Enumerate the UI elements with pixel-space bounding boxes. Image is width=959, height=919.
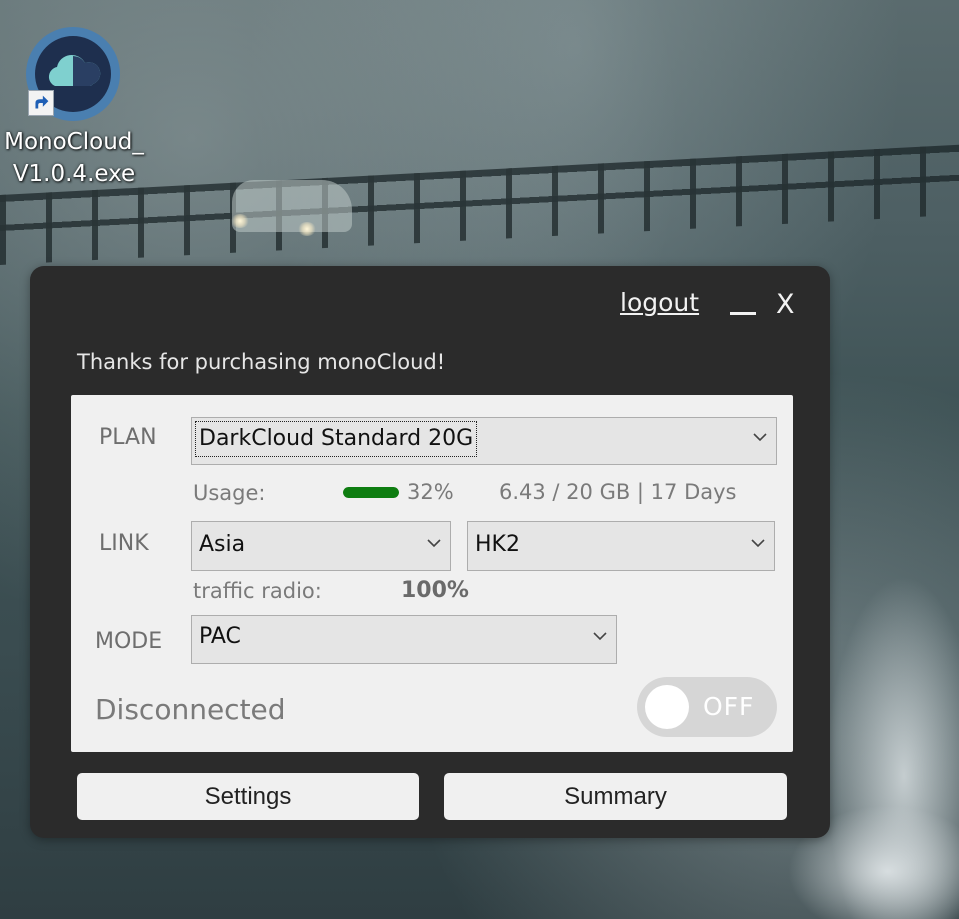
region-select[interactable]: Asia — [191, 521, 451, 571]
settings-panel: PLAN DarkCloud Standard 20G Usage: 32% 6… — [71, 395, 793, 752]
usage-label: Usage: — [193, 481, 266, 505]
settings-button[interactable]: Settings — [77, 773, 419, 820]
server-select[interactable]: HK2 — [467, 521, 775, 571]
usage-percent: 32% — [407, 480, 454, 504]
plan-label: PLAN — [99, 425, 157, 450]
chevron-down-icon — [753, 433, 767, 442]
mode-select-value: PAC — [199, 624, 241, 649]
logout-link[interactable]: logout — [620, 286, 699, 320]
shortcut-arrow-icon — [28, 90, 54, 116]
mode-label: MODE — [95, 629, 163, 654]
chevron-down-icon — [593, 632, 607, 641]
wallpaper-car — [232, 180, 352, 232]
link-label: LINK — [99, 531, 149, 556]
minimize-button[interactable] — [726, 292, 760, 320]
chevron-down-icon — [427, 539, 441, 548]
usage-progress-fill — [343, 487, 399, 498]
plan-select[interactable]: DarkCloud Standard 20G — [191, 417, 777, 465]
connection-status: Disconnected — [95, 693, 286, 726]
minimize-icon — [730, 312, 756, 315]
desktop-shortcut-monocloud[interactable]: MonoCloud_ V1.0.4.exe — [0, 22, 148, 192]
connection-toggle[interactable]: OFF — [637, 677, 777, 737]
thanks-message: Thanks for purchasing monoCloud! — [77, 350, 446, 374]
plan-select-value: DarkCloud Standard 20G — [194, 421, 478, 457]
toggle-knob — [645, 685, 689, 729]
close-button[interactable]: X — [776, 288, 795, 322]
toggle-label: OFF — [703, 692, 755, 721]
usage-detail: 6.43 / 20 GB | 17 Days — [499, 480, 737, 504]
wallpaper-headlight — [298, 222, 316, 236]
summary-button[interactable]: Summary — [444, 773, 787, 820]
traffic-radio-label: traffic radio: — [193, 579, 322, 603]
traffic-radio-value: 100% — [401, 578, 469, 603]
mode-select[interactable]: PAC — [191, 615, 617, 664]
server-select-value: HK2 — [475, 532, 520, 557]
monocloud-window: logout X Thanks for purchasing monoCloud… — [30, 266, 830, 838]
chevron-down-icon — [751, 539, 765, 548]
wallpaper-headlight — [231, 214, 249, 228]
usage-progress-bar — [343, 487, 399, 498]
region-select-value: Asia — [199, 532, 246, 557]
desktop-shortcut-label: MonoCloud_ V1.0.4.exe — [4, 129, 144, 187]
